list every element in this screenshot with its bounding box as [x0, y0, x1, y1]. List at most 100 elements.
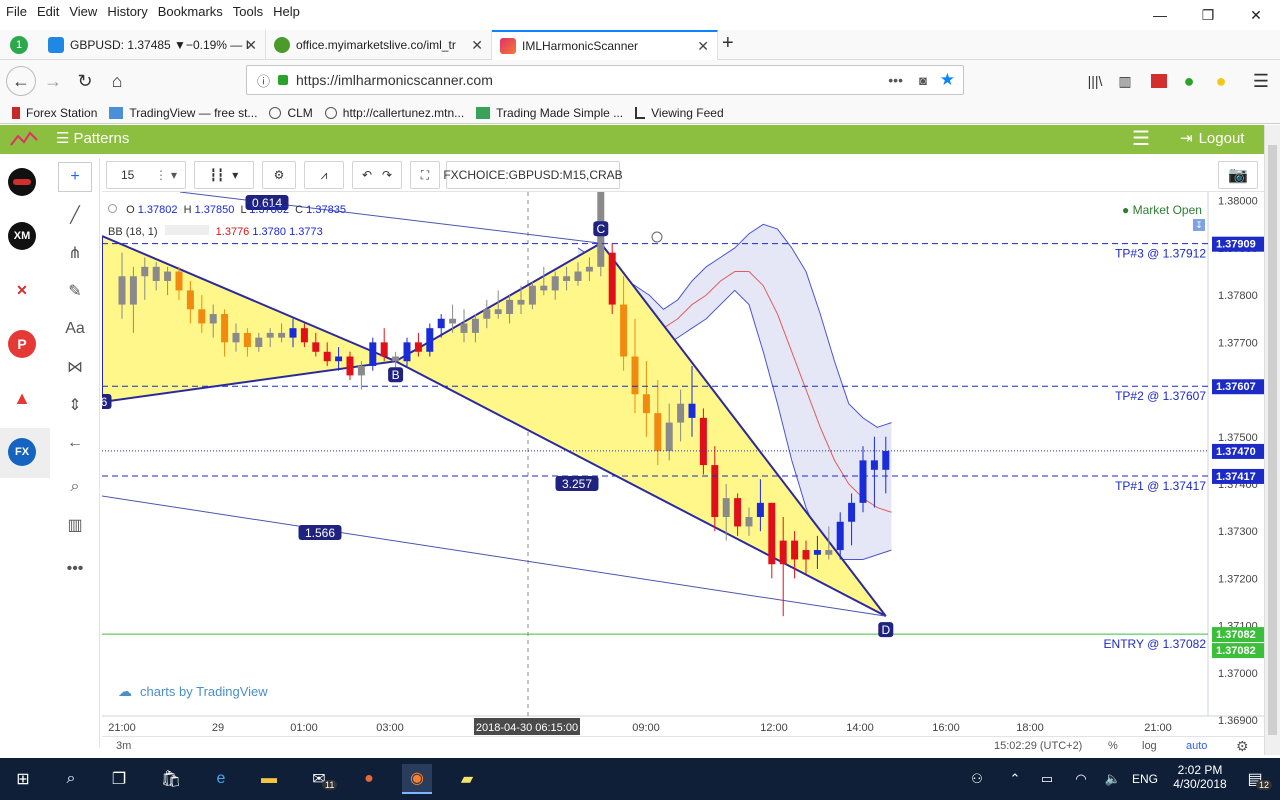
library-icon[interactable]: |||\: [1080, 66, 1110, 96]
tab-badge[interactable]: 1: [10, 36, 28, 54]
file-explorer-icon[interactable]: ▬: [254, 764, 284, 794]
firefox-icon[interactable]: ◉: [402, 764, 432, 794]
tradingview-watermark[interactable]: ☁ charts by TradingView: [118, 683, 268, 700]
broker-ix-icon[interactable]: ✕: [8, 276, 36, 304]
back-icon[interactable]: ←: [6, 66, 36, 96]
clock[interactable]: 2:02 PM 4/30/2018: [1168, 763, 1232, 791]
menu-edit[interactable]: Edit: [31, 4, 63, 19]
bookmark-forex-station[interactable]: Forex Station: [12, 106, 97, 120]
percent-toggle[interactable]: %: [1108, 740, 1118, 752]
close-tab-icon[interactable]: ✕: [245, 37, 257, 54]
more-actions-icon[interactable]: •••: [888, 72, 903, 88]
broker-forex-icon[interactable]: [8, 168, 36, 196]
date-range-button[interactable]: 3m: [116, 740, 131, 752]
windows-start-icon[interactable]: ⊞: [8, 764, 38, 794]
auto-toggle[interactable]: auto: [1186, 740, 1207, 752]
bookmark-tradingview[interactable]: TradingView — free st...: [109, 106, 257, 120]
edge-icon[interactable]: e: [206, 764, 236, 794]
close-tab-icon[interactable]: ✕: [471, 37, 483, 54]
new-tab-icon[interactable]: +: [722, 32, 734, 55]
more-tools-icon[interactable]: •••: [58, 554, 92, 584]
menu-history[interactable]: History: [101, 4, 151, 19]
menu-help[interactable]: Help: [267, 4, 304, 19]
interval-select[interactable]: 15 ⋮ ▾: [106, 161, 186, 189]
ruler-icon[interactable]: ▥: [58, 510, 92, 540]
extension-icon[interactable]: [1144, 66, 1174, 96]
mail-icon[interactable]: ✉ 11: [304, 764, 338, 794]
screenshot-button[interactable]: 📷: [1218, 161, 1258, 189]
sticky-notes-icon[interactable]: ▰: [452, 764, 482, 794]
battery-icon[interactable]: ▭: [1032, 764, 1062, 794]
reload-icon[interactable]: ↻: [70, 66, 100, 96]
undo-icon[interactable]: ↶: [362, 168, 372, 182]
crosshair-icon[interactable]: +: [58, 162, 92, 192]
pattern-tool-icon[interactable]: ⋈: [58, 352, 92, 382]
pitchfork-icon[interactable]: ⋔: [58, 238, 92, 268]
eye-icon[interactable]: [108, 204, 117, 213]
bookmark-viewing-feed[interactable]: Viewing Feed: [635, 106, 724, 120]
chart-type-select[interactable]: ┇┇ ▾: [194, 161, 254, 189]
url-text[interactable]: https://imlharmonicscanner.com: [296, 72, 493, 88]
minimize-icon[interactable]: —: [1136, 0, 1184, 30]
zoom-icon[interactable]: ⌕: [58, 472, 92, 502]
pocket-icon[interactable]: ◙: [919, 73, 927, 88]
sidebar-icon[interactable]: ▥: [1110, 66, 1140, 96]
tab-gbpusd[interactable]: GBPUSD: 1.37485 ▼−0.19% — I ✕: [40, 30, 266, 60]
trend-line-icon[interactable]: ╱: [58, 200, 92, 230]
info-icon[interactable]: ⓘ: [257, 71, 270, 90]
text-tool-icon[interactable]: Aa: [58, 314, 92, 344]
bookmark-clm[interactable]: CLM: [269, 106, 313, 120]
broker-a-icon[interactable]: ▲: [8, 384, 36, 412]
language-indicator[interactable]: ENG: [1132, 772, 1158, 786]
search-icon[interactable]: ⌕: [56, 764, 86, 794]
restore-icon[interactable]: ❐: [1184, 0, 1232, 30]
menu-tools[interactable]: Tools: [227, 4, 267, 19]
tab-scanner[interactable]: IMLHarmonicScanner ✕: [492, 30, 718, 60]
bookmark-callertunez[interactable]: http://callertunez.mtn...: [324, 106, 464, 120]
scrollbar-thumb[interactable]: [1268, 145, 1277, 735]
fullscreen-button[interactable]: ⛶: [410, 161, 440, 189]
people-icon[interactable]: ⚇: [962, 764, 992, 794]
broker-p-icon[interactable]: P: [8, 330, 36, 358]
broker-xm-icon[interactable]: XM: [8, 222, 36, 250]
hamburger-menu-icon[interactable]: ☰: [1246, 66, 1276, 96]
indicators-button[interactable]: ⩘: [304, 161, 344, 189]
url-bar[interactable]: ⓘ https://imlharmonicscanner.com ••• ◙ ★: [246, 65, 964, 95]
bulb-icon[interactable]: ●: [1206, 66, 1236, 96]
bookmark-trading-made-simple[interactable]: Trading Made Simple ...: [476, 106, 623, 120]
broker-fxchoice-icon[interactable]: FX: [8, 438, 36, 466]
home-icon[interactable]: ⌂: [102, 66, 132, 96]
task-view-icon[interactable]: ❐: [104, 764, 134, 794]
app-icon[interactable]: ●: [354, 764, 384, 794]
symbol-label[interactable]: FXCHOICE:GBPUSD:M15,CRAB: [443, 161, 623, 189]
undo-redo[interactable]: ↶ ↷: [352, 161, 402, 189]
page-scrollbar[interactable]: [1264, 125, 1280, 755]
menu-file[interactable]: File: [0, 4, 31, 19]
brush-icon[interactable]: ✎: [58, 276, 92, 306]
gear-icon[interactable]: ⚙: [1236, 738, 1249, 755]
price-chart[interactable]: TP#3 @ 1.37912 TP#2 @ 1.37607 TP#1 @ 1.374…: [102, 192, 1264, 740]
close-window-icon[interactable]: ✕: [1232, 0, 1280, 30]
volume-icon[interactable]: 🔈: [1098, 764, 1128, 794]
menu-icon[interactable]: ☰: [1132, 126, 1150, 151]
logout-button[interactable]: ⇥ Logout: [1180, 129, 1244, 148]
bb-settings-icons[interactable]: [164, 225, 209, 235]
patterns-button[interactable]: ☰ Patterns: [56, 129, 129, 148]
store-icon[interactable]: 🛍: [156, 764, 186, 794]
settings-button[interactable]: ⚙: [262, 161, 296, 189]
tab-office[interactable]: office.myimarketslive.co/iml_tr ✕: [266, 30, 492, 60]
info-download-icon[interactable]: ↧: [1193, 219, 1205, 231]
back-arrow-icon[interactable]: ←: [58, 428, 92, 458]
bookmark-star-icon[interactable]: ★: [940, 70, 955, 90]
close-tab-icon[interactable]: ✕: [697, 38, 709, 55]
wifi-icon[interactable]: ◠: [1066, 764, 1096, 794]
menu-bookmarks[interactable]: Bookmarks: [152, 4, 227, 19]
forward-icon[interactable]: →: [38, 66, 68, 96]
measure-icon[interactable]: ⇕: [58, 390, 92, 420]
show-hidden-icon[interactable]: ⌃: [1000, 764, 1030, 794]
menu-view[interactable]: View: [63, 4, 101, 19]
log-toggle[interactable]: log: [1142, 740, 1157, 752]
redo-icon[interactable]: ↷: [382, 168, 392, 182]
notifications-icon[interactable]: ▤ 12: [1240, 764, 1273, 794]
whatsapp-icon[interactable]: ●: [1174, 66, 1204, 96]
